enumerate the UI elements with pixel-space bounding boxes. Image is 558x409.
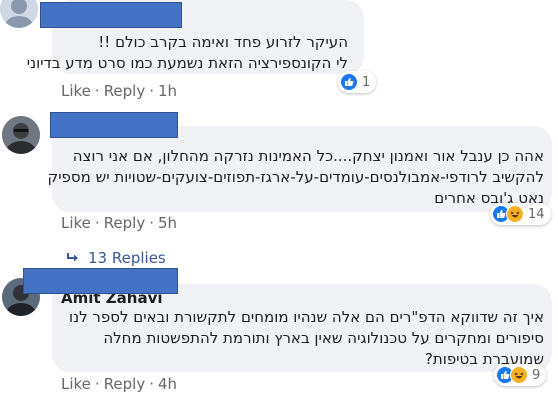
replies-count-label: 13 Replies xyxy=(88,249,166,267)
reactions-summary[interactable]: 14 xyxy=(490,203,551,225)
comment-actions: Like · Reply · 4h xyxy=(61,375,177,393)
comment-text-line: איך זה שדווקא הדפ"רים הם אלה שנהיו מומחי… xyxy=(69,308,544,326)
comment-text-line: סיפורים ומחקרים על טכנולוגיה שאין בארץ ו… xyxy=(103,329,544,347)
like-icon xyxy=(340,73,358,91)
comment-actions: Like · Reply · 1h xyxy=(61,82,177,100)
reactions-summary[interactable]: 1 xyxy=(338,71,377,93)
redacted-author-name xyxy=(50,112,178,138)
comment-timestamp[interactable]: 5h xyxy=(158,214,177,232)
like-link[interactable]: Like xyxy=(61,375,91,393)
like-link[interactable]: Like xyxy=(61,82,91,100)
avatar-image xyxy=(0,0,38,28)
separator-dot: · xyxy=(94,214,100,232)
reactions-count: 1 xyxy=(362,74,371,90)
reply-link[interactable]: Reply xyxy=(104,82,146,100)
reactions-summary[interactable]: 9 xyxy=(494,364,547,386)
avatar[interactable] xyxy=(2,116,40,154)
comment-actions: Like · Reply · 5h xyxy=(61,214,177,232)
comment-timestamp[interactable]: 1h xyxy=(158,82,177,100)
avatar[interactable] xyxy=(0,0,38,28)
haha-icon xyxy=(506,205,524,223)
reply-link[interactable]: Reply xyxy=(104,214,146,232)
reply-arrow-icon xyxy=(67,253,78,262)
comment-text-line: העיקר לזרוע פחד ואימה בקרב כולם !! xyxy=(98,33,348,51)
reactions-count: 9 xyxy=(532,367,541,383)
redacted-author-name xyxy=(40,2,182,28)
like-link[interactable]: Like xyxy=(61,214,91,232)
reply-link[interactable]: Reply xyxy=(104,375,146,393)
comment-text-line: לי הקונספירציה הזאת נשמעת כמו סרט מדע בד… xyxy=(26,54,348,72)
redacted-author-name xyxy=(23,268,178,294)
separator-dot: · xyxy=(149,375,155,393)
avatar-image xyxy=(2,116,40,154)
separator-dot: · xyxy=(94,82,100,100)
separator-dot: · xyxy=(149,82,155,100)
comment-text-line: אהה כן ענבל אור ואמנון יצחק....כל האמינו… xyxy=(72,147,544,165)
comment-text-line: להקשיב לרודפי-אמבולנסים-עומדים-על-ארגז-ת… xyxy=(47,168,544,186)
reactions-count: 14 xyxy=(528,206,545,222)
separator-dot: · xyxy=(149,214,155,232)
view-replies-link[interactable]: 13 Replies xyxy=(66,249,166,267)
separator-dot: · xyxy=(94,375,100,393)
haha-icon xyxy=(510,366,528,384)
comment-timestamp[interactable]: 4h xyxy=(158,375,177,393)
